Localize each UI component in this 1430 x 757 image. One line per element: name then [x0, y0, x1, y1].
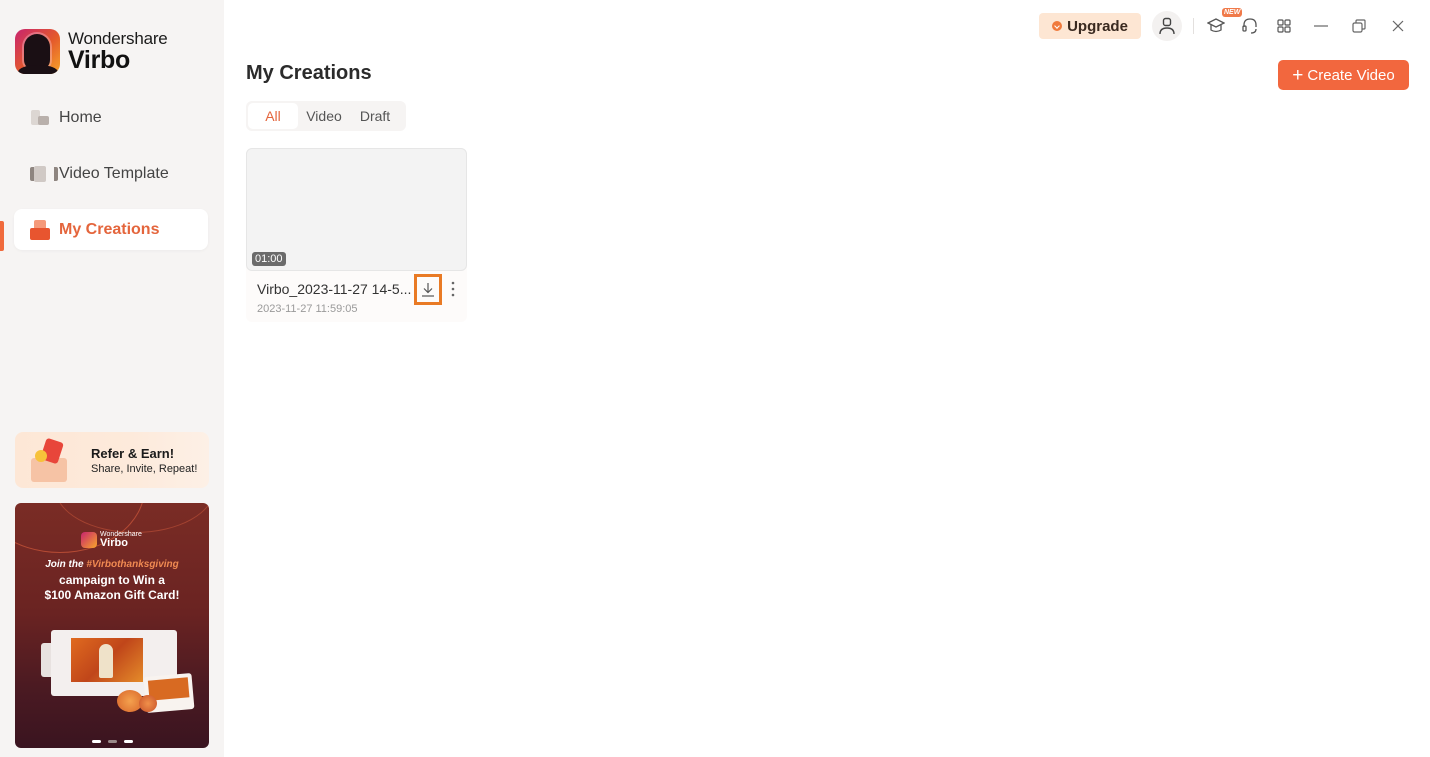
app-logo: Wondershare Virbo	[15, 29, 168, 74]
upgrade-button[interactable]: Upgrade	[1039, 13, 1141, 39]
promo-headline: Join the #Virbothanksgiving	[15, 559, 209, 570]
promo-product: Virbo	[100, 537, 128, 549]
sidebar-item-label: Home	[59, 108, 102, 126]
sidebar-item-label: My Creations	[59, 220, 160, 238]
carousel-dot[interactable]	[91, 740, 101, 743]
carousel-dot[interactable]	[107, 740, 117, 743]
duration-badge: 01:00	[252, 252, 286, 266]
app-window: Wondershare Virbo Home Video Template My…	[0, 0, 1430, 757]
minimize-icon	[1314, 25, 1328, 27]
video-thumbnail[interactable]: 01:00	[246, 148, 467, 271]
tab-all[interactable]: All	[248, 103, 298, 129]
close-button[interactable]	[1384, 12, 1412, 40]
toolbar-divider	[1193, 18, 1194, 34]
creation-date: 2023-11-27 11:59:05	[257, 303, 358, 315]
create-video-button[interactable]: + Create Video	[1278, 60, 1409, 90]
sidebar-nav: Home Video Template My Creations	[14, 97, 208, 265]
creation-card[interactable]: 01:00 Virbo_2023-11-27 14-5... 2023-11-2…	[246, 148, 467, 322]
more-vertical-icon	[451, 281, 455, 297]
logo-brand: Wondershare	[68, 29, 168, 48]
download-icon	[422, 282, 434, 297]
restore-icon	[1352, 19, 1366, 33]
minimize-button[interactable]	[1307, 12, 1335, 40]
graduation-cap-icon	[1207, 18, 1225, 33]
promo-banner[interactable]: Wondershare Virbo Join the #Virbothanksg…	[15, 503, 209, 748]
refer-earn-banner[interactable]: Refer & Earn! Share, Invite, Repeat!	[15, 432, 209, 488]
active-nav-indicator	[0, 221, 4, 251]
more-options-button[interactable]	[447, 279, 459, 299]
sidebar-item-home[interactable]: Home	[14, 97, 208, 138]
user-icon	[1159, 17, 1175, 35]
refer-subtitle: Share, Invite, Repeat!	[91, 462, 198, 475]
carousel-indicators	[15, 740, 209, 743]
creation-filter-tabs: All Video Draft	[246, 101, 406, 131]
home-icon	[30, 108, 50, 128]
close-icon	[1392, 20, 1404, 32]
support-button[interactable]	[1236, 12, 1264, 40]
logo-product: Virbo	[68, 46, 130, 74]
upgrade-badge-icon	[1052, 21, 1063, 31]
promo-line-2: campaign to Win a	[59, 573, 165, 587]
restore-button[interactable]	[1345, 12, 1373, 40]
promo-hashtag: #Virbothanksgiving	[86, 559, 179, 570]
pumpkin-icon	[139, 695, 157, 712]
promo-logo: Wondershare Virbo	[81, 531, 142, 549]
apps-button[interactable]	[1270, 12, 1298, 40]
promo-join-text: Join the	[45, 559, 87, 570]
gift-box-icon	[21, 432, 83, 488]
sidebar-item-video-template[interactable]: Video Template	[14, 153, 208, 194]
upgrade-label: Upgrade	[1067, 17, 1128, 35]
refer-title: Refer & Earn!	[91, 445, 175, 461]
tab-video[interactable]: Video	[298, 103, 350, 129]
tab-draft[interactable]: Draft	[350, 103, 400, 129]
sidebar-item-label: Video Template	[59, 164, 169, 182]
page-title: My Creations	[246, 62, 372, 84]
download-button[interactable]	[414, 274, 442, 305]
creation-name: Virbo_2023-11-27 14-5...	[257, 281, 412, 297]
promo-line-3: $100 Amazon Gift Card!	[44, 588, 180, 602]
create-video-label: Create Video	[1307, 66, 1395, 84]
carousel-dot[interactable]	[123, 740, 133, 743]
user-avatar-button[interactable]	[1152, 11, 1182, 41]
virbo-logo-icon	[81, 532, 97, 548]
virbo-logo-icon	[15, 29, 60, 74]
sidebar-item-my-creations[interactable]: My Creations	[14, 209, 208, 250]
grid-icon	[1277, 19, 1291, 33]
my-creations-icon	[30, 219, 50, 240]
plus-icon: +	[1292, 64, 1304, 86]
sidebar: Wondershare Virbo Home Video Template My…	[0, 0, 224, 757]
headset-icon	[1242, 18, 1257, 34]
video-template-icon	[30, 164, 58, 184]
